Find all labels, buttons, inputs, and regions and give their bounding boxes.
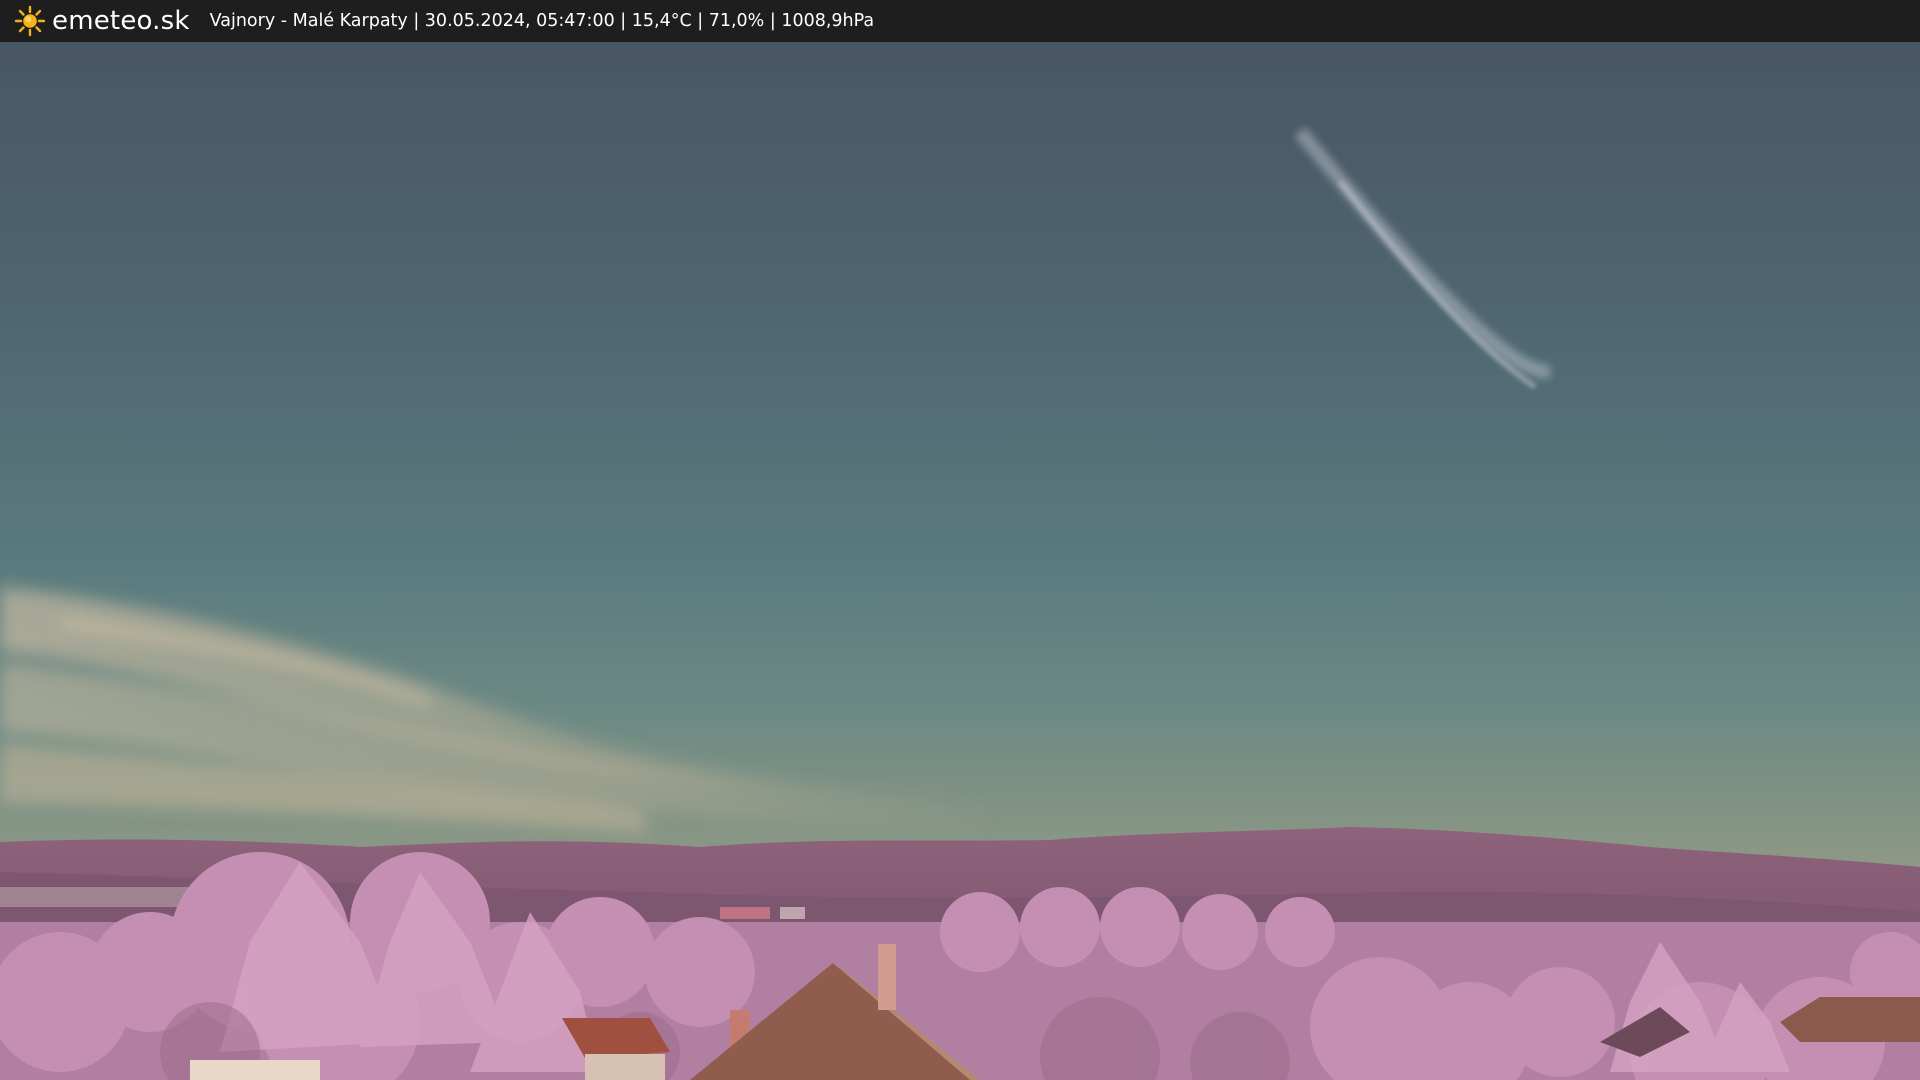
landscape-view bbox=[0, 42, 1920, 1080]
sun-icon bbox=[14, 5, 46, 37]
brand-logo[interactable]: emeteo.sk bbox=[14, 5, 190, 37]
station-caption: Vajnory - Malé Karpaty | 30.05.2024, 05:… bbox=[209, 11, 875, 31]
header-bar: emeteo.sk Vajnory - Malé Karpaty | 30.05… bbox=[0, 0, 1920, 42]
webcam-image bbox=[0, 42, 1920, 1080]
brand-name: emeteo.sk bbox=[52, 6, 190, 36]
